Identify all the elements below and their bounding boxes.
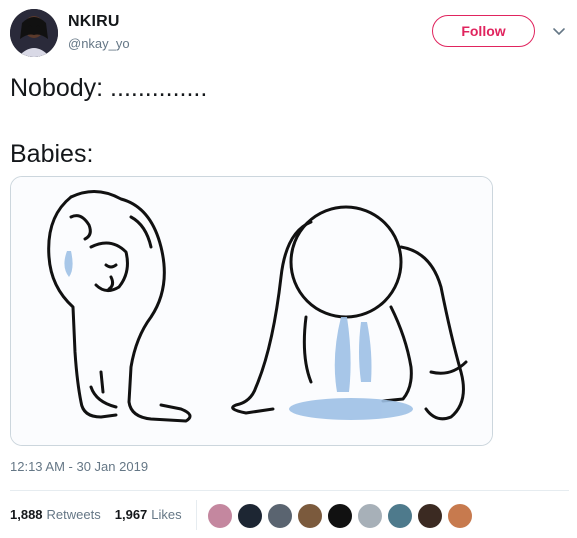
author-name[interactable]: NKIRU bbox=[68, 13, 120, 31]
liker-avatar[interactable] bbox=[237, 503, 263, 529]
liker-avatar[interactable] bbox=[357, 503, 383, 529]
tweet-stats: 1,888 Retweets 1,967 Likes bbox=[10, 507, 196, 522]
liker-avatar[interactable] bbox=[387, 503, 413, 529]
tweet-text-line-2: Babies: bbox=[10, 140, 94, 168]
liker-avatar[interactable] bbox=[327, 503, 353, 529]
liker-avatar[interactable] bbox=[417, 503, 443, 529]
likes-count: 1,967 bbox=[114, 507, 148, 522]
likes-label: Likes bbox=[151, 507, 182, 522]
retweets-count: 1,888 bbox=[10, 507, 43, 522]
retweets-stat[interactable]: 1,888 Retweets bbox=[10, 507, 101, 522]
tweet-image[interactable] bbox=[10, 176, 493, 446]
liker-avatar[interactable] bbox=[267, 503, 293, 529]
tweet-options-button[interactable] bbox=[549, 22, 569, 42]
crying-figures-drawing bbox=[11, 177, 492, 445]
divider bbox=[10, 490, 569, 491]
liker-avatar[interactable] bbox=[447, 503, 473, 529]
tweet-timestamp[interactable]: 12:13 AM - 30 Jan 2019 bbox=[10, 459, 148, 474]
follow-button[interactable]: Follow bbox=[432, 15, 535, 47]
tweet-text-line-1: Nobody: .............. bbox=[10, 74, 208, 102]
likers-avatars bbox=[207, 503, 477, 529]
likes-stat[interactable]: 1,967 Likes bbox=[115, 507, 182, 522]
follow-button-label: Follow bbox=[461, 23, 506, 39]
chevron-down-icon bbox=[553, 28, 565, 36]
liker-avatar[interactable] bbox=[297, 503, 323, 529]
avatar-image bbox=[10, 9, 58, 57]
liker-avatar[interactable] bbox=[207, 503, 233, 529]
author-handle[interactable]: @nkay_yo bbox=[68, 36, 130, 51]
retweets-label: Retweets bbox=[46, 507, 101, 522]
avatar[interactable] bbox=[10, 9, 58, 57]
stats-separator bbox=[196, 500, 197, 530]
